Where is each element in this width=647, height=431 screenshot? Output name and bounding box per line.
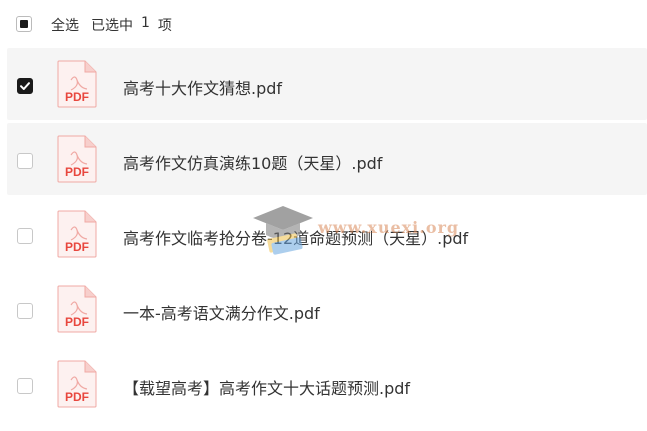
- select-all-checkbox[interactable]: [16, 16, 32, 32]
- svg-text:PDF: PDF: [65, 315, 89, 329]
- selected-count-text: 已选中 1 项: [91, 15, 172, 35]
- pdf-file-icon: PDF: [57, 60, 97, 108]
- file-name[interactable]: 一本-高考语文满分作文.pdf: [123, 300, 320, 324]
- pdf-file-icon: PDF: [57, 360, 97, 408]
- pdf-file-icon: PDF: [57, 135, 97, 183]
- select-all-label[interactable]: 全选: [51, 15, 79, 35]
- file-name[interactable]: 高考十大作文猜想.pdf: [123, 75, 282, 99]
- selected-suffix: 项: [157, 18, 172, 34]
- check-icon: [20, 82, 30, 90]
- file-checkbox[interactable]: [17, 303, 33, 319]
- file-list: PDF 高考十大作文猜想.pdf PDF 高考作文仿真演练10题（天星）.pdf…: [7, 48, 647, 423]
- selected-count: 1: [141, 15, 150, 31]
- file-checkbox[interactable]: [17, 228, 33, 244]
- file-checkbox[interactable]: [17, 378, 33, 394]
- selected-prefix: 已选中: [91, 18, 133, 34]
- svg-text:PDF: PDF: [65, 90, 89, 104]
- file-row[interactable]: PDF 高考作文临考抢分卷-12道命题预测（天星）.pdf: [7, 198, 647, 270]
- file-row[interactable]: PDF 【载望高考】高考作文十大话题预测.pdf: [7, 348, 647, 420]
- svg-text:PDF: PDF: [65, 165, 89, 179]
- pdf-file-icon: PDF: [57, 285, 97, 333]
- file-row[interactable]: PDF 高考作文仿真演练10题（天星）.pdf: [7, 123, 647, 195]
- file-name[interactable]: 高考作文临考抢分卷-12道命题预测（天星）.pdf: [123, 225, 468, 249]
- svg-text:PDF: PDF: [65, 390, 89, 404]
- file-name[interactable]: 【载望高考】高考作文十大话题预测.pdf: [123, 375, 410, 399]
- file-row[interactable]: PDF 高考十大作文猜想.pdf: [7, 48, 647, 120]
- file-checkbox[interactable]: [17, 78, 33, 94]
- selection-toolbar: 全选 已选中 1 项: [0, 0, 647, 48]
- svg-text:PDF: PDF: [65, 240, 89, 254]
- file-checkbox[interactable]: [17, 153, 33, 169]
- pdf-file-icon: PDF: [57, 210, 97, 258]
- file-row[interactable]: PDF 一本-高考语文满分作文.pdf: [7, 273, 647, 345]
- file-name[interactable]: 高考作文仿真演练10题（天星）.pdf: [123, 150, 382, 174]
